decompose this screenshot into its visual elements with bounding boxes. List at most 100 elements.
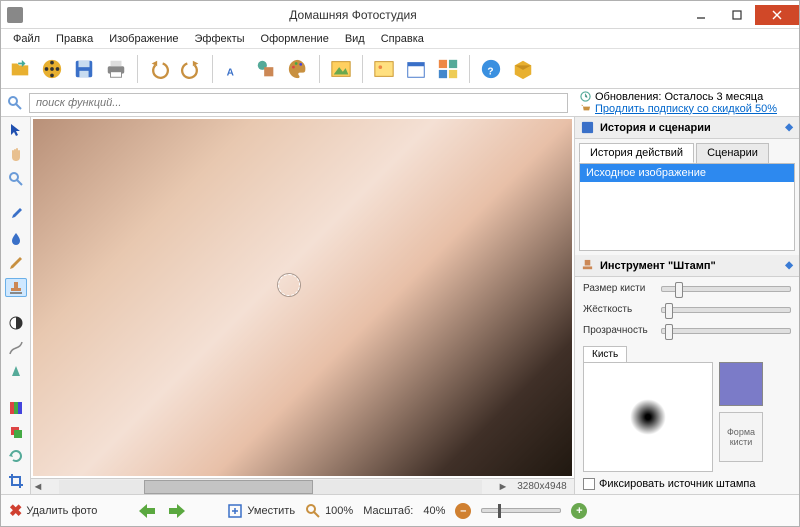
print-button[interactable] (101, 54, 131, 84)
brush-dot (630, 399, 666, 435)
fit-icon (227, 503, 243, 519)
redo-button[interactable] (176, 54, 206, 84)
delete-label: Удалить фото (26, 505, 97, 517)
extend-subscription-link[interactable]: Продлить подписку со скидкой 50% (595, 103, 777, 115)
collapse-icon[interactable]: ◆ (785, 260, 793, 271)
fit-label: Уместить (247, 505, 295, 517)
image-dimensions: 3280x4948 (510, 481, 574, 492)
tool-brush[interactable] (5, 205, 27, 223)
scale-value: 40% (423, 505, 445, 517)
image1-button[interactable] (326, 54, 356, 84)
updates-remaining: Обновления: Осталось 3 месяца (595, 91, 763, 103)
maximize-button[interactable] (719, 5, 755, 25)
fix-source-checkbox[interactable] (583, 478, 595, 490)
stamp-cursor (278, 274, 300, 296)
cart-icon (580, 103, 591, 114)
menu-view[interactable]: Вид (337, 31, 373, 47)
open-button[interactable] (5, 54, 35, 84)
tool-hand[interactable] (5, 145, 27, 163)
brush-tab[interactable]: Кисть (583, 346, 627, 362)
text-button[interactable]: A (219, 54, 249, 84)
history-icon (581, 121, 594, 134)
tool-curves[interactable] (5, 339, 27, 357)
history-item[interactable]: Исходное изображение (580, 164, 794, 182)
menu-decorate[interactable]: Оформление (253, 31, 337, 47)
tool-crop[interactable] (5, 472, 27, 490)
save-button[interactable] (69, 54, 99, 84)
calendar-button[interactable] (401, 54, 431, 84)
svg-text:?: ? (487, 66, 493, 77)
main-toolbar: A ? (1, 49, 799, 89)
tool-panel-title: Инструмент "Штамп" (600, 260, 716, 272)
scroll-thumb[interactable] (144, 480, 313, 494)
brush-shape-button[interactable]: Форма кисти (719, 412, 763, 462)
main-area: ◄ ► 3280x4948 История и сценарии ◆ Истор… (1, 117, 799, 494)
history-tabs: История действий Сценарии (579, 143, 795, 163)
tool-properties-panel: Инструмент "Штамп" ◆ Размер кисти Жёстко… (575, 255, 799, 494)
palette-button[interactable] (283, 54, 313, 84)
opacity-slider[interactable] (661, 328, 791, 334)
menu-file[interactable]: Файл (5, 31, 48, 47)
tab-history[interactable]: История действий (579, 143, 694, 163)
scale-readout: Масштаб: 40% (363, 505, 445, 517)
tool-sharpen[interactable] (5, 363, 27, 381)
zoom-in-button[interactable]: + (571, 503, 587, 519)
tool-rotate[interactable] (5, 447, 27, 465)
minimize-button[interactable] (683, 5, 719, 25)
color-swatch[interactable] (719, 362, 763, 406)
toolbox (1, 117, 31, 494)
canvas[interactable] (33, 119, 572, 476)
brush-size-label: Размер кисти (583, 283, 655, 294)
history-panel-header: История и сценарии ◆ (575, 117, 799, 139)
tool-drop[interactable] (5, 230, 27, 248)
scroll-right-arrow[interactable]: ► (496, 480, 510, 494)
scroll-left-arrow[interactable]: ◄ (31, 480, 45, 494)
close-button[interactable] (755, 5, 799, 25)
box-button[interactable] (508, 54, 538, 84)
tool-stamp[interactable] (5, 278, 27, 297)
zoom-100-label: 100% (325, 505, 353, 517)
tool-pencil[interactable] (5, 254, 27, 272)
next-photo-button[interactable] (167, 502, 189, 520)
history-list[interactable]: Исходное изображение (579, 163, 795, 251)
clock-icon (580, 91, 591, 102)
prev-photo-button[interactable] (135, 502, 157, 520)
tool-zoom[interactable] (5, 170, 27, 188)
delete-photo-button[interactable]: ✖ Удалить фото (9, 501, 97, 521)
collapse-icon[interactable]: ◆ (785, 122, 793, 133)
zoom-slider[interactable] (481, 508, 561, 513)
menu-help[interactable]: Справка (373, 31, 432, 47)
film-button[interactable] (37, 54, 67, 84)
brush-preview (583, 362, 713, 472)
canvas-area: ◄ ► 3280x4948 (31, 117, 574, 494)
tool-contrast[interactable] (5, 314, 27, 332)
tool-panel-header: Инструмент "Штамп" ◆ (575, 255, 799, 277)
zoom-100-button[interactable]: 100% (305, 503, 353, 519)
tool-pointer[interactable] (5, 121, 27, 139)
collage-button[interactable] (433, 54, 463, 84)
image2-button[interactable] (369, 54, 399, 84)
brush-size-slider[interactable] (661, 286, 791, 292)
stamp-icon (581, 259, 594, 272)
right-panel: История и сценарии ◆ История действий Сц… (574, 117, 799, 494)
fit-button[interactable]: Уместить (227, 503, 295, 519)
tab-scenarios[interactable]: Сценарии (696, 143, 769, 163)
menu-image[interactable]: Изображение (101, 31, 186, 47)
fix-source-label: Фиксировать источник штампа (599, 478, 756, 490)
undo-button[interactable] (144, 54, 174, 84)
menubar: Файл Правка Изображение Эффекты Оформлен… (1, 29, 799, 49)
zoom-out-button[interactable]: – (455, 503, 471, 519)
shapes-button[interactable] (251, 54, 281, 84)
menu-effects[interactable]: Эффекты (187, 31, 253, 47)
delete-icon: ✖ (9, 501, 22, 521)
statusbar: ✖ Удалить фото Уместить 100% Масштаб: 40… (1, 494, 799, 526)
search-input[interactable] (29, 93, 568, 113)
hardness-label: Жёсткость (583, 304, 655, 315)
help-button[interactable]: ? (476, 54, 506, 84)
tool-layers[interactable] (5, 423, 27, 441)
horizontal-scrollbar[interactable]: ◄ ► 3280x4948 (31, 478, 574, 494)
opacity-label: Прозрачность (583, 325, 655, 336)
hardness-slider[interactable] (661, 307, 791, 313)
menu-edit[interactable]: Правка (48, 31, 101, 47)
tool-rgb[interactable] (5, 398, 27, 416)
